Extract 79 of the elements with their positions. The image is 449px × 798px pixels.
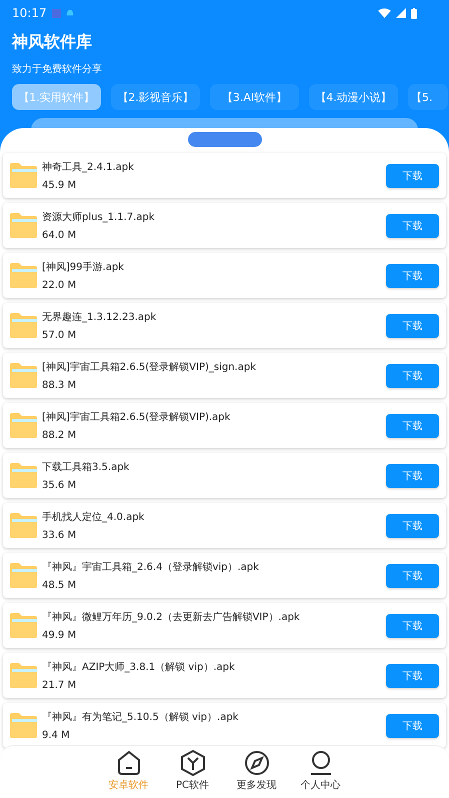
app-title: 神风软件库 [12,32,93,53]
folder-icon [10,713,37,738]
download-button[interactable]: 下载 [386,664,439,688]
file-card[interactable]: 神奇工具_2.4.1.apk 45.9 M 下载 [3,153,446,198]
folder-icon [10,413,37,438]
file-card[interactable]: 无界趣连_1.3.12.23.apk 57.0 M 下载 [3,303,446,348]
file-card[interactable]: 『神风』AZIP大师_3.8.1（解锁 vip）.apk 21.7 M 下载 [3,653,446,698]
file-card[interactable]: 下载工具箱3.5.apk 35.6 M 下载 [3,453,446,498]
nav-item[interactable]: 安卓软件 [104,746,154,798]
file-card[interactable]: 手机找人定位_4.0.apk 33.6 M 下载 [3,503,446,548]
file-size: 22.0 M [42,280,78,291]
file-size: 57.0 M [42,330,78,341]
folder-icon [10,563,37,588]
file-name: [神风]宇宙工具箱2.6.5(登录解锁VIP).apk [42,410,232,424]
file-card[interactable]: 『神风』宇宙工具箱_2.6.4（登录解锁vip）.apk 48.5 M 下载 [3,553,446,598]
file-name: [神风]宇宙工具箱2.6.5(登录解锁VIP)_sign.apk [42,360,257,374]
nav-item[interactable]: PC软件 [168,746,218,798]
file-name: 『神风』微鲤万年历_9.0.2（去更新去广告解锁VIP）.apk [42,610,301,624]
download-button[interactable]: 下载 [386,564,439,588]
file-name: 下载工具箱3.5.apk [42,460,130,474]
download-button[interactable]: 下载 [386,164,439,188]
category-tab[interactable]: 【2.影视音乐】 [111,84,200,110]
download-button[interactable]: 下载 [386,214,439,238]
download-button[interactable]: 下载 [386,314,439,338]
app-subtitle: 致力于免费软件分享 [12,62,103,76]
hexagon-icon [180,750,206,776]
file-card[interactable]: [神风]宇宙工具箱2.6.5(登录解锁VIP).apk 88.2 M 下载 [3,403,446,448]
folder-icon [10,613,37,638]
download-button[interactable]: 下载 [386,364,439,388]
download-button[interactable]: 下载 [386,614,439,638]
category-tab[interactable]: 【4.动漫小说】 [309,84,398,110]
file-name: 手机找人定位_4.0.apk [42,510,146,524]
file-name: [神风]99手游.apk [42,260,125,274]
drag-handle[interactable] [188,132,262,147]
file-name: 资源大师plus_1.1.7.apk [42,210,156,224]
file-card[interactable]: 『神风』微鲤万年历_9.0.2（去更新去广告解锁VIP）.apk 49.9 M 下载 [3,603,446,648]
folder-icon [10,163,37,188]
folder-icon [10,313,37,338]
file-name: 『神风』有为笔记_5.10.5（解锁 vip）.apk [42,710,240,724]
file-card[interactable]: [神风]宇宙工具箱2.6.5(登录解锁VIP)_sign.apk 88.3 M 下载 [3,353,446,398]
file-size: 49.9 M [42,630,78,641]
file-card[interactable]: 资源大师plus_1.1.7.apk 64.0 M 下载 [3,203,446,248]
download-button[interactable]: 下载 [386,714,439,738]
category-tab[interactable]: 【1.实用软件】 [12,84,101,110]
file-size: 48.5 M [42,580,78,591]
category-tab[interactable]: 【5. [408,84,448,110]
folder-icon [10,363,37,388]
download-button[interactable]: 下载 [386,264,439,288]
download-button[interactable]: 下载 [386,514,439,538]
folder-icon [10,213,37,238]
status-time: 10:17 [12,6,47,20]
folder-icon [10,513,37,538]
file-card[interactable]: [神风]99手游.apk 22.0 M 下载 [3,253,446,298]
file-size: 33.6 M [42,530,78,541]
file-card[interactable]: 『神风』有为笔记_5.10.5（解锁 vip）.apk 9.4 M 下载 [3,703,446,748]
download-button[interactable]: 下载 [386,464,439,488]
file-size: 21.7 M [42,680,78,691]
compass-icon [244,750,270,776]
file-size: 9.4 M [42,730,71,741]
folder-icon [10,263,37,288]
folder-icon [10,663,37,688]
nav-item[interactable]: 更多发现 [232,746,282,798]
wifi-icon [378,8,391,18]
file-size: 64.0 M [42,230,78,241]
file-name: 神奇工具_2.4.1.apk [42,160,135,174]
folder-icon [10,463,37,488]
house-icon [116,750,142,776]
nav-item[interactable]: 个人中心 [296,746,346,798]
file-size: 45.9 M [42,180,78,191]
file-size: 88.3 M [42,380,78,391]
download-button[interactable]: 下载 [386,414,439,438]
file-name: 无界趣连_1.3.12.23.apk [42,310,158,324]
file-size: 88.2 M [42,430,78,441]
file-name: 『神风』AZIP大师_3.8.1（解锁 vip）.apk [42,660,236,674]
file-name: 『神风』宇宙工具箱_2.6.4（登录解锁vip）.apk [42,560,260,574]
signal-icon [396,8,406,18]
battery-icon [411,8,417,18]
category-tab[interactable]: 【3.AI软件】 [210,84,299,110]
file-size: 35.6 M [42,480,78,491]
